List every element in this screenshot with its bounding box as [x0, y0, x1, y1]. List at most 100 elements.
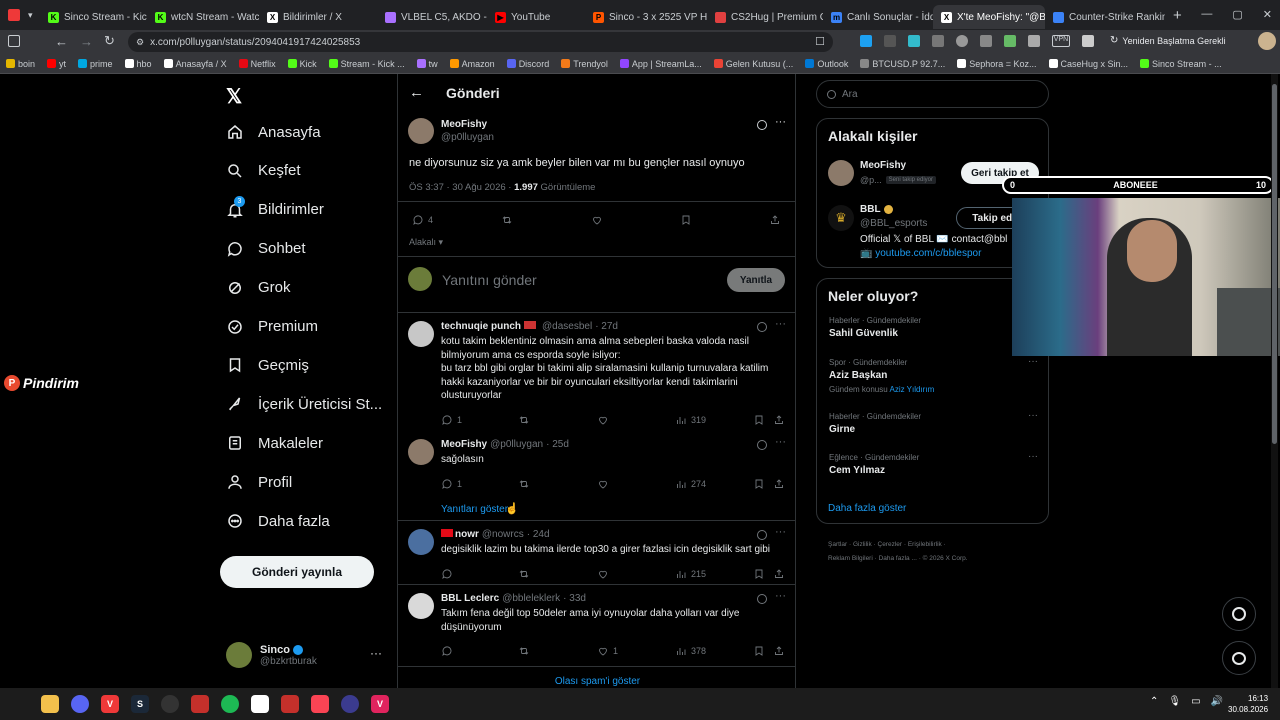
bookmark-item[interactable]: CaseHug x Sin...: [1048, 59, 1128, 69]
like-button[interactable]: 1: [597, 645, 618, 657]
trend-item[interactable]: Spor · Gündemdekiler Aziz Başkan Gündem ko…: [829, 356, 1041, 394]
reply-submit-button[interactable]: Yanıtla: [727, 268, 785, 292]
reply-button[interactable]: [441, 645, 457, 657]
repost-button[interactable]: [518, 414, 530, 426]
share-button[interactable]: [773, 478, 785, 490]
valorant-icon[interactable]: [311, 695, 329, 713]
repost-button[interactable]: [518, 478, 530, 490]
tray-chevron-icon[interactable]: ⌃: [1150, 696, 1158, 707]
related-sort[interactable]: Alakalı ▾: [409, 237, 443, 248]
bookmark-item[interactable]: Kick: [287, 59, 317, 69]
bookmark-item[interactable]: prime: [78, 59, 113, 69]
grok-icon[interactable]: [757, 594, 767, 604]
trend-item[interactable]: Eğlence · Gündemdekiler Cem Yılmaz ···: [829, 451, 1041, 476]
nav-item-chat[interactable]: Sohbet: [226, 240, 306, 258]
nav-item-explore[interactable]: Keşfet: [226, 162, 301, 180]
file-explorer-icon[interactable]: [41, 695, 59, 713]
app-icon[interactable]: V: [371, 695, 389, 713]
reply-author-handle[interactable]: @dasesbel: [542, 321, 592, 332]
steam-icon[interactable]: S: [131, 695, 149, 713]
browser-tab[interactable]: KwtcN Stream - Watch Li: [147, 5, 259, 29]
avatar[interactable]: [408, 321, 434, 347]
reply-time[interactable]: · 25d: [546, 439, 569, 450]
bookmark-item[interactable]: hbo: [124, 59, 152, 69]
avatar[interactable]: [408, 439, 434, 465]
browser-tab[interactable]: PSinco - 3 x 2525 VP Hed: [585, 5, 707, 29]
bookmark-star-icon[interactable]: ☐: [815, 35, 825, 48]
share-button[interactable]: [769, 214, 781, 226]
url-input[interactable]: ⚙ x.com/p0lluygan/status/209404191742402…: [128, 32, 833, 52]
obs-icon[interactable]: [161, 695, 179, 713]
more-options-icon[interactable]: ···: [775, 526, 786, 538]
site-info-icon[interactable]: ⚙: [136, 37, 144, 48]
browser-tab[interactable]: ▶ YouTube: [487, 5, 585, 29]
trend-link[interactable]: Aziz Yıldırım: [889, 385, 934, 394]
bookmark-item[interactable]: Anasayfa / X: [163, 59, 227, 69]
person-name[interactable]: MeoFishy: [860, 160, 906, 171]
search-input[interactable]: Ara: [816, 80, 1049, 108]
browser-tab[interactable]: CS2Hug | Premium CS2: [707, 5, 823, 29]
reply-input[interactable]: Yanıtını gönder: [442, 272, 712, 288]
grok-icon[interactable]: [757, 120, 767, 130]
extension-icon[interactable]: [908, 35, 920, 47]
nav-item-profile[interactable]: Profil: [226, 473, 292, 491]
bookmark-item[interactable]: Outlook: [805, 59, 848, 69]
repost-button[interactable]: [501, 214, 513, 226]
capcut-icon[interactable]: [251, 695, 269, 713]
extension-icon[interactable]: [884, 35, 896, 47]
app-icon[interactable]: [191, 695, 209, 713]
back-button[interactable]: ←: [409, 84, 424, 101]
more-options-icon[interactable]: ···: [775, 116, 786, 128]
grok-floating-button[interactable]: [1222, 597, 1256, 631]
grok-icon[interactable]: [757, 440, 767, 450]
network-icon[interactable]: ▭: [1191, 696, 1200, 707]
browser-menu-icon[interactable]: ▾: [0, 9, 40, 21]
browser-tab[interactable]: mCanlı Sonuçlar - İddaa S: [823, 5, 933, 29]
post-author-name[interactable]: MeoFishy: [441, 119, 494, 130]
share-button[interactable]: [773, 645, 785, 657]
post-author-handle[interactable]: @p0lluygan: [441, 132, 494, 143]
like-button[interactable]: [591, 214, 603, 226]
like-button[interactable]: [597, 414, 613, 426]
more-options-icon[interactable]: ···: [1028, 410, 1038, 421]
nav-item-grok[interactable]: Grok: [226, 279, 291, 297]
bookmark-item[interactable]: Gelen Kutusu (...: [713, 59, 793, 69]
like-button[interactable]: [597, 568, 613, 580]
bookmark-item[interactable]: Netflix: [238, 59, 276, 69]
maximize-icon[interactable]: ▢: [1232, 8, 1242, 21]
reply-button[interactable]: [441, 568, 457, 580]
avatar[interactable]: [408, 529, 434, 555]
trend-item[interactable]: Haberler · GündemdekilerSahil Güvenlik··…: [829, 314, 1041, 339]
reply-button[interactable]: 1: [441, 478, 462, 490]
vpn-icon[interactable]: VPN: [1052, 35, 1070, 47]
views-button[interactable]: 378: [675, 645, 706, 657]
browser-tab[interactable]: XX'te MeoFishy: "@BBL_e✕: [933, 5, 1045, 29]
bookmark-item[interactable]: Discord: [506, 59, 549, 69]
bookmark-item[interactable]: Trendyol: [561, 59, 608, 69]
bookmark-item[interactable]: tw: [416, 59, 438, 69]
bookmark-item[interactable]: Sinco Stream - ...: [1140, 59, 1222, 69]
bookmark-button[interactable]: [753, 645, 765, 657]
like-button[interactable]: [597, 478, 613, 490]
bookmark-item[interactable]: BTCUSD.P 92.7...: [860, 59, 945, 69]
page-scrollbar[interactable]: [1271, 74, 1278, 688]
reply-author-handle[interactable]: @nowrcs: [482, 529, 524, 540]
extension-icon[interactable]: [980, 35, 992, 47]
volume-icon[interactable]: 🔊: [1211, 696, 1223, 707]
show-more-link[interactable]: Daha fazla göster: [828, 503, 906, 514]
spotify-icon[interactable]: [221, 695, 239, 713]
reply-author-name[interactable]: MeoFishy: [441, 439, 487, 450]
browser-tab[interactable]: X Bildirimler / X: [259, 5, 377, 29]
repost-button[interactable]: [518, 568, 530, 580]
show-spam-link[interactable]: Olası spam'i göster: [398, 676, 795, 687]
bookmark-button[interactable]: [680, 214, 692, 226]
reload-icon[interactable]: ↻: [104, 33, 115, 49]
forward-icon[interactable]: →: [80, 34, 93, 49]
app-icon[interactable]: [341, 695, 359, 713]
extension-icon[interactable]: [1028, 35, 1040, 47]
grok-icon[interactable]: [757, 322, 767, 332]
reply-author-name[interactable]: BBL Leclerc: [441, 593, 499, 604]
x-logo-icon[interactable]: 𝕏: [226, 84, 242, 109]
reply-time[interactable]: · 27d: [595, 321, 618, 332]
avatar[interactable]: [828, 160, 854, 186]
